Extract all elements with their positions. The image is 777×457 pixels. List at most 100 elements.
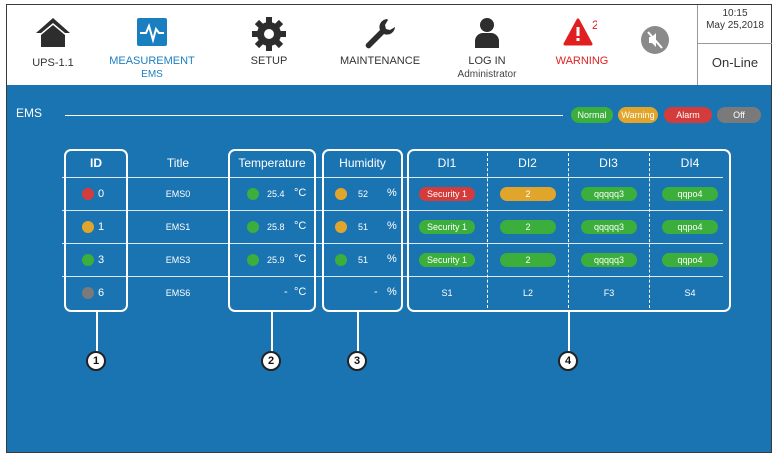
nav-warning[interactable]: 2 WARNING (547, 5, 617, 85)
header-temperature: Temperature (238, 156, 306, 170)
temp-status-dot (247, 188, 259, 200)
table-row[interactable]: 6 EMS6 - °C - % S1 L2 F3 S4 (62, 277, 723, 309)
ems-panel: EMS Normal Warning Alarm Off ID Title Te… (7, 85, 771, 452)
legend-off: Off (717, 107, 761, 123)
wrench-icon (363, 17, 397, 54)
temp-unit: °C (294, 253, 307, 265)
ems-screen: UPS-1.1 MEASUREMENT EMS SETUP MAINTENANC… (6, 4, 772, 453)
nav-maintenance[interactable]: MAINTENANCE (335, 5, 425, 85)
header-id: ID (90, 156, 102, 170)
callout-marker-4: 4 (558, 351, 578, 371)
humidity-value: 52 (358, 189, 369, 199)
temp-status-dot (247, 221, 259, 233)
nav-setup-label: SETUP (250, 55, 288, 67)
row-title: EMS6 (165, 288, 191, 298)
nav-login-label: LOG IN (468, 55, 506, 67)
header-title: Title (166, 156, 190, 170)
callout-marker-2: 2 (261, 351, 281, 371)
di2-status: 2 (500, 220, 556, 234)
di4-label: S4 (684, 288, 696, 298)
humidity-status-dot (335, 254, 347, 266)
header-di2: DI2 (518, 156, 537, 170)
row-id: 6 (98, 287, 105, 299)
user-icon (474, 17, 500, 52)
nav-measurement-sub: EMS (141, 69, 163, 80)
ems-table: ID Title Temperature Humidity DI1 DI2 DI… (62, 149, 731, 312)
clock-date: May 25,2018 (706, 20, 764, 31)
di2-status: 2 (500, 187, 556, 201)
di1-status: Security 1 (419, 220, 475, 234)
ups-status: On-Line (711, 55, 759, 70)
callout-marker-1: 1 (86, 351, 106, 371)
di3-status: qqqqq3 (581, 187, 637, 201)
di4-status: qqpo4 (662, 253, 718, 267)
di3-status: qqqqq3 (581, 220, 637, 234)
warning-icon: 2 (563, 17, 599, 50)
nav-login-user: Administrator (457, 69, 517, 80)
row-title: EMS0 (165, 189, 191, 199)
nav-warning-label: WARNING (555, 55, 609, 67)
legend-warning: Warning (618, 107, 658, 123)
row-title: EMS3 (165, 255, 191, 265)
temp-value: 25.8 (267, 222, 285, 232)
warning-count: 2 (592, 18, 597, 32)
legend-normal: Normal (571, 107, 613, 123)
temp-unit: °C (294, 220, 307, 232)
nav-login[interactable]: LOG IN Administrator (447, 5, 527, 85)
title-divider (65, 115, 563, 116)
clock-panel: 10:15 May 25,2018 On-Line (697, 5, 772, 85)
di4-status: qqpo4 (662, 220, 718, 234)
nav-ups-label: UPS-1.1 (32, 57, 74, 69)
di1-status: Security 1 (419, 187, 475, 201)
row-id: 0 (98, 188, 105, 200)
nav-setup[interactable]: SETUP (237, 5, 301, 85)
speaker-muted-icon (640, 25, 670, 58)
row-title: EMS1 (165, 222, 191, 232)
di1-label: S1 (441, 288, 453, 298)
status-dot-off (82, 287, 94, 299)
nav-measurement-label: MEASUREMENT (109, 55, 195, 67)
row-id: 1 (98, 221, 105, 233)
di2-label: L2 (522, 288, 533, 298)
humidity-value: 51 (358, 222, 369, 232)
di4-status: qqpo4 (662, 187, 718, 201)
humidity-value: 51 (358, 255, 369, 265)
row-id: 3 (98, 254, 105, 266)
nav-ups-home[interactable]: UPS-1.1 (21, 5, 85, 85)
gear-icon (252, 17, 286, 54)
di3-status: qqqqq3 (581, 253, 637, 267)
mute-button[interactable] (635, 5, 675, 85)
legend-alarm: Alarm (664, 107, 712, 123)
humidity-unit: % (387, 187, 397, 199)
header-di1: DI1 (437, 156, 457, 170)
temp-status-dot (247, 254, 259, 266)
humidity-unit: % (387, 286, 397, 298)
di3-label: F3 (603, 288, 615, 298)
humidity-status-dot (335, 221, 347, 233)
humidity-unit: % (387, 253, 397, 265)
home-icon (35, 17, 71, 50)
temp-value: 25.4 (267, 189, 285, 199)
di2-status: 2 (500, 253, 556, 267)
status-dot-warning (82, 221, 94, 233)
temp-value: - (284, 286, 288, 298)
panel-title: EMS (16, 106, 43, 120)
temp-unit: °C (294, 286, 307, 298)
status-dot-normal (82, 254, 94, 266)
di1-status: Security 1 (419, 253, 475, 267)
table-row[interactable]: 3 EMS3 25.9 °C 51 % Security 1 2 qqqqq3 … (62, 244, 723, 276)
humidity-unit: % (387, 220, 397, 232)
header-humidity: Humidity (339, 156, 386, 170)
header-di3: DI3 (599, 156, 618, 170)
nav-maintenance-label: MAINTENANCE (339, 55, 421, 67)
nav-measurement[interactable]: MEASUREMENT EMS (107, 5, 197, 85)
pulse-monitor-icon (136, 17, 168, 50)
table-row[interactable]: 1 EMS1 25.8 °C 51 % Security 1 2 qqqqq3 … (62, 211, 723, 243)
clock-time: 10:15 (722, 8, 748, 19)
temp-unit: °C (294, 187, 307, 199)
status-dot-alarm (82, 188, 94, 200)
humidity-status-dot (335, 188, 347, 200)
table-row[interactable]: 0 EMS0 25.4 °C 52 % Security 1 2 qqqqq3 … (62, 178, 723, 210)
callout-marker-3: 3 (347, 351, 367, 371)
temp-value: 25.9 (267, 255, 285, 265)
